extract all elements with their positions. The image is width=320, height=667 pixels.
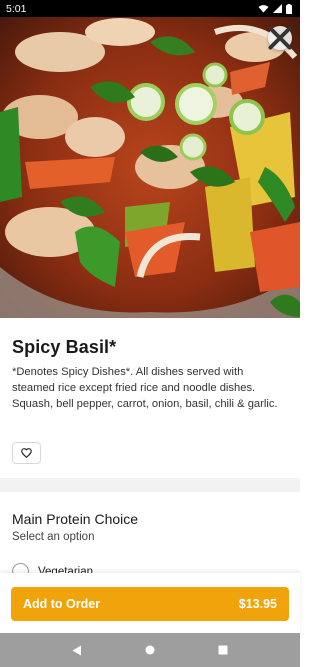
signal-icon [273,4,282,13]
item-title: Spicy Basil* [12,337,117,357]
recents-square-icon [218,645,228,655]
item-price: $13.95 [238,597,277,611]
close-button[interactable] [268,26,292,50]
order-bar: Add to Order $13.95 [0,573,300,633]
section-divider [0,478,300,492]
wifi-icon [258,5,269,13]
heart-outline-icon [21,448,32,458]
status-time: 5:01 [6,2,27,15]
system-nav-bar [0,633,300,667]
item-description: *Denotes Spicy Dishes*. All dishes serve… [12,366,278,410]
item-details: Spicy Basil* *Denotes Spicy Dishes*. All… [0,318,300,580]
status-bar: 5:01 [0,0,300,17]
battery-icon [286,3,292,14]
add-to-order-button[interactable]: Add to Order $13.95 [11,587,289,621]
dish-photo-illustration [0,17,300,318]
favorite-button[interactable] [12,442,41,464]
close-icon [268,26,292,50]
nav-home-button[interactable] [135,638,165,662]
home-circle-icon [145,645,155,655]
dish-photo [0,17,300,318]
nav-recents-button[interactable] [208,638,238,662]
protein-section-title: Main Protein Choice [12,511,139,527]
add-to-order-label: Add to Order [23,597,101,611]
back-triangle-icon [72,645,81,655]
status-icons [258,3,292,14]
protein-section-subtitle: Select an option [12,531,95,543]
nav-back-button[interactable] [62,638,92,662]
